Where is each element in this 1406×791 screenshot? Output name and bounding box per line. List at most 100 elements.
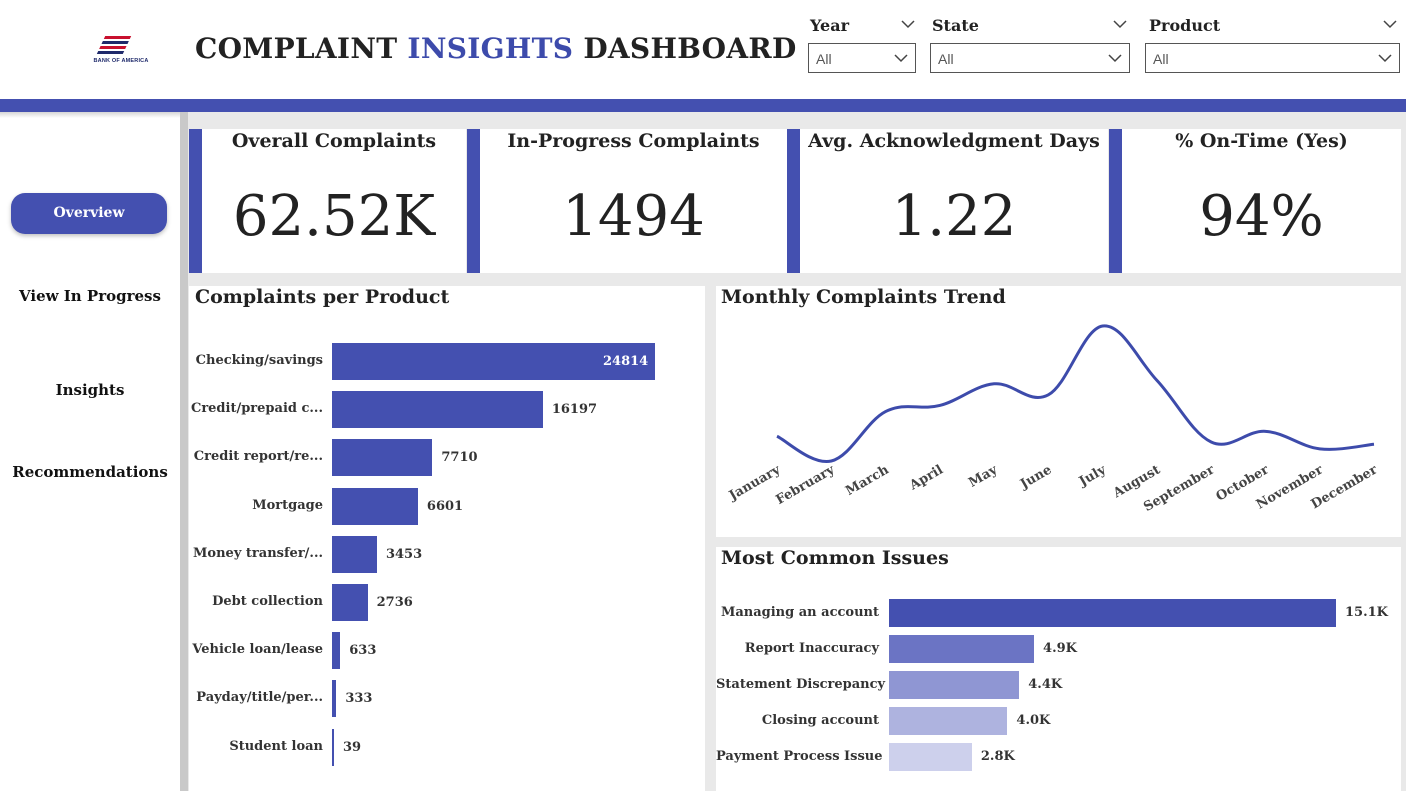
bar-value-label: 7710 [441,450,478,466]
product-filter-label: Product [1149,16,1221,35]
bar-category-label: Student loan [229,738,323,754]
kpi-title: Overall Complaints [231,130,437,152]
title-part1: COMPLAINT [195,32,408,65]
x-axis-tick-label: February [773,462,837,508]
chevron-down-icon[interactable] [900,18,916,30]
header: BANK OF AMERICA COMPLAINT INSIGHTS DASHB… [0,0,1406,100]
year-dropdown[interactable]: All [808,43,916,73]
kpi-card-on-time: % On-Time (Yes) 94% [1109,129,1401,273]
nav-item-view-in-progress[interactable]: View In Progress [0,287,180,305]
trend-line-svg: JanuaryFebruary March April May June July Augu… [726,324,1380,515]
kpi-value: 62.52K [232,184,436,249]
bar[interactable] [332,728,334,766]
issue-value-label: 4.9K [1043,641,1077,656]
nav-item-overview[interactable]: Overview [11,193,167,234]
kpi-accent-bar [1109,129,1122,273]
chevron-down-icon[interactable] [1382,18,1398,30]
chart-title: Complaints per Product [195,286,450,308]
issue-bar[interactable] [889,599,1336,627]
issue-bar[interactable] [889,707,1008,735]
bar[interactable] [332,680,337,718]
state-filter-label: State [932,16,979,35]
bar-value-label: 2736 [376,595,413,610]
issue-category-label: Closing account [761,713,879,728]
x-axis-tick-label: June [1017,462,1054,492]
trend-line[interactable] [776,324,1375,463]
kpi-accent-bar [467,129,480,273]
bar[interactable] [332,632,341,670]
x-axis-tick-label: May [966,462,1000,490]
most-common-issues-chart: Most Common Issues Managing an account 15… [716,547,1401,791]
bar[interactable] [332,535,377,573]
kpi-title: In-Progress Complaints [507,130,760,152]
page-title: COMPLAINT INSIGHTS DASHBOARD [195,32,797,65]
bar-category-label: Vehicle loan/lease [192,642,323,658]
state-dropdown[interactable]: All [930,43,1130,73]
bar-category-label: Debt collection [212,594,323,609]
logo-text: BANK OF AMERICA [93,58,149,64]
chevron-down-icon [1378,54,1392,63]
x-axis-tick-label: April [906,462,946,493]
title-part2: DASHBOARD [573,32,797,65]
bar-value-label: 633 [349,643,377,659]
issue-bar[interactable] [889,743,972,771]
chart-title: Most Common Issues [721,547,949,569]
bar[interactable] [332,584,368,621]
product-dropdown[interactable]: All [1145,43,1400,73]
bar-category-label: Mortgage [252,497,323,513]
issue-bar[interactable] [889,635,1035,663]
bar-value-label: 39 [343,739,362,755]
bar-category-label: Credit/prepaid c... [190,401,323,417]
issue-value-label: 15.1K [1345,605,1388,620]
issue-value-label: 2.8K [980,749,1015,764]
issue-bar[interactable] [889,671,1020,699]
title-accent: INSIGHTS [407,32,574,65]
kpi-accent-bar [189,129,202,273]
bar-value-label: 24814 [603,354,649,369]
kpi-card-overall-complaints: Overall Complaints 62.52K [189,129,466,273]
bar-value-label: 6601 [426,498,464,514]
product-dropdown-value: All [1153,51,1169,67]
bar-category-label: Payday/title/per... [196,690,323,706]
bar-category-label: Checking/savings [195,353,323,368]
year-dropdown-value: All [816,51,832,67]
kpi-title: Avg. Acknowledgment Days [808,130,1100,152]
x-axis-tick-label: July [1076,462,1109,490]
kpi-value: 94% [1199,184,1324,249]
issue-category-label: Payment Process Issue [716,749,883,764]
issue-value-label: 4.4K [1028,677,1063,692]
bar[interactable] [332,391,543,429]
bar[interactable] [332,439,433,477]
bar-category-label: Money transfer/... [193,545,323,561]
state-dropdown-value: All [938,51,954,67]
complaints-per-product-chart: Complaints per Product Checking/savings 2… [189,286,705,791]
bar-value-label: 333 [345,691,373,707]
bar[interactable] [332,487,418,525]
x-axis-tick-label: March [843,462,892,499]
nav-item-recommendations[interactable]: Recommendations [0,463,180,481]
nav-item-label: Overview [53,205,125,221]
flag-logo-icon [96,36,132,54]
header-accent-band [0,99,1406,112]
sidebar-nav: Overview View In Progress Insights Recom… [0,118,180,791]
year-filter-label: Year [810,16,850,35]
kpi-card-in-progress-complaints: In-Progress Complaints 1494 [467,129,787,273]
chevron-down-icon [1108,54,1122,63]
kpi-value: 1494 [562,184,705,249]
issue-value-label: 4.0K [1016,713,1051,728]
nav-item-insights[interactable]: Insights [0,381,180,399]
kpi-card-avg-acknowledgment-days: Avg. Acknowledgment Days 1.22 [787,129,1108,273]
chevron-down-icon[interactable] [1112,18,1128,30]
bar-value-label: 3453 [385,546,423,562]
kpi-value: 1.22 [891,184,1017,249]
sidebar-divider [180,112,188,791]
monthly-complaints-trend-chart: Monthly Complaints Trend January February… [716,286,1401,537]
kpi-accent-bar [787,129,800,273]
chevron-down-icon [894,54,908,63]
issue-category-label: Managing an account [720,605,879,620]
issue-category-label: Statement Discrepancy [716,677,886,692]
issue-category-label: Report Inaccuracy [744,641,879,656]
bar-value-label: 16197 [551,402,598,418]
bar-category-label: Credit report/re... [193,449,323,465]
bank-of-america-logo: BANK OF AMERICA [88,30,154,70]
